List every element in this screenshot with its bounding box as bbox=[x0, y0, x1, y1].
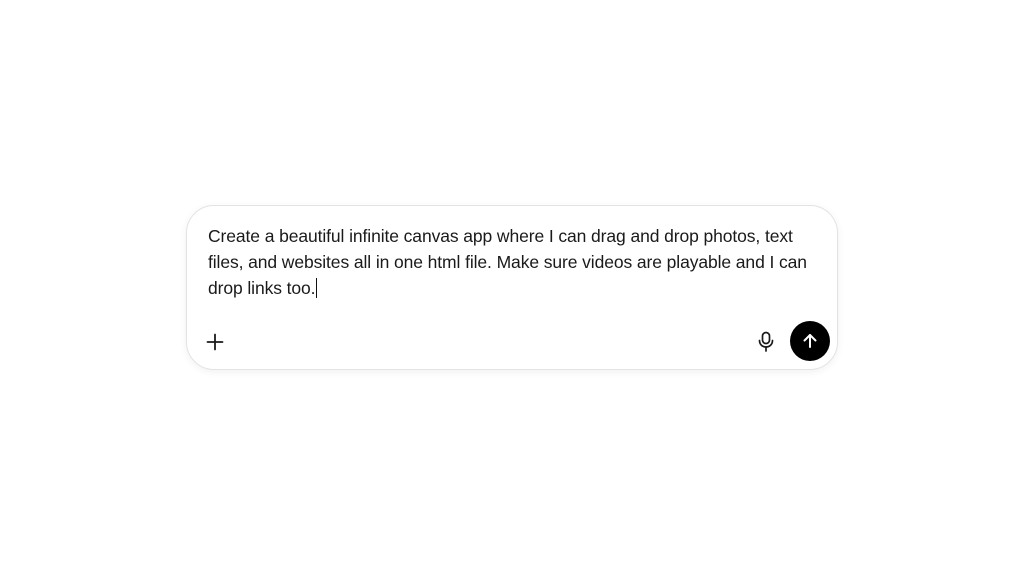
add-attachment-button[interactable] bbox=[201, 328, 229, 356]
microphone-icon bbox=[758, 331, 774, 352]
prompt-input-text: Create a beautiful infinite canvas app w… bbox=[208, 226, 812, 298]
prompt-input[interactable]: Create a beautiful infinite canvas app w… bbox=[208, 223, 808, 301]
voice-input-button[interactable] bbox=[752, 328, 780, 356]
prompt-composer: Create a beautiful infinite canvas app w… bbox=[186, 205, 838, 370]
send-button[interactable] bbox=[790, 321, 830, 361]
text-cursor bbox=[316, 278, 318, 298]
arrow-up-icon bbox=[803, 334, 817, 348]
plus-icon bbox=[206, 333, 224, 351]
